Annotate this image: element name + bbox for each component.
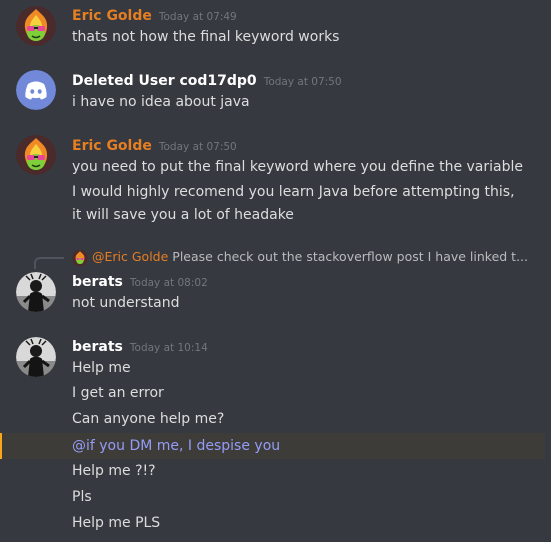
figure-avatar-icon[interactable] xyxy=(16,337,56,377)
reply-mention[interactable]: @Eric Golde xyxy=(92,249,168,264)
message-text: thats not how the final keyword works xyxy=(72,29,340,45)
username[interactable]: Eric Golde xyxy=(72,8,152,24)
timestamp[interactable]: Today at 10:14 xyxy=(130,342,208,354)
fire-creature-avatar-icon[interactable] xyxy=(16,135,56,175)
message-header: berats Today at 08:02 xyxy=(72,271,208,291)
message-text: Pls xyxy=(72,489,92,505)
timestamp[interactable]: Today at 07:50 xyxy=(264,76,342,88)
message-header: Eric Golde Today at 07:49 xyxy=(72,5,237,25)
message-header: Eric Golde Today at 07:50 xyxy=(72,135,237,155)
timestamp[interactable]: Today at 07:49 xyxy=(159,11,237,23)
timestamp[interactable]: Today at 08:02 xyxy=(130,277,208,289)
fire-creature-avatar-icon[interactable] xyxy=(16,6,56,46)
message-text: i have no idea about java xyxy=(72,94,250,110)
message-header: berats Today at 10:14 xyxy=(72,336,208,356)
username[interactable]: Eric Golde xyxy=(72,138,152,154)
chat-messages: Eric Golde Today at 07:49 thats not how t… xyxy=(0,0,551,542)
message-text: not understand xyxy=(72,295,180,311)
reply-text: Please check out the stackoverflow post … xyxy=(172,249,529,264)
message-header: Deleted User cod17dp0 Today at 07:50 xyxy=(72,70,342,90)
message-text: Help me PLS xyxy=(72,515,161,531)
username[interactable]: berats xyxy=(72,339,123,355)
message-text: I would highly recomend you learn Java b… xyxy=(72,184,515,200)
message-text: Help me ?!? xyxy=(72,463,156,479)
fire-creature-avatar-icon xyxy=(72,249,88,266)
discord-logo-icon[interactable] xyxy=(16,70,56,110)
mention-message-text[interactable]: @if you DM me, I despise you xyxy=(72,436,280,456)
timestamp[interactable]: Today at 07:50 xyxy=(159,141,237,153)
reply-preview[interactable]: @Eric Golde Please check out the stackov… xyxy=(72,248,528,266)
message-text: I get an error xyxy=(72,385,164,401)
message-text: Can anyone help me? xyxy=(72,411,225,427)
username[interactable]: berats xyxy=(72,274,123,290)
message-text: you need to put the final keyword where … xyxy=(72,159,524,175)
message-text: it will save you a lot of headake xyxy=(72,207,294,223)
username[interactable]: Deleted User cod17dp0 xyxy=(72,73,257,89)
reply-connector xyxy=(34,257,64,269)
figure-avatar-icon[interactable] xyxy=(16,272,56,312)
message-text: Help me xyxy=(72,360,131,376)
